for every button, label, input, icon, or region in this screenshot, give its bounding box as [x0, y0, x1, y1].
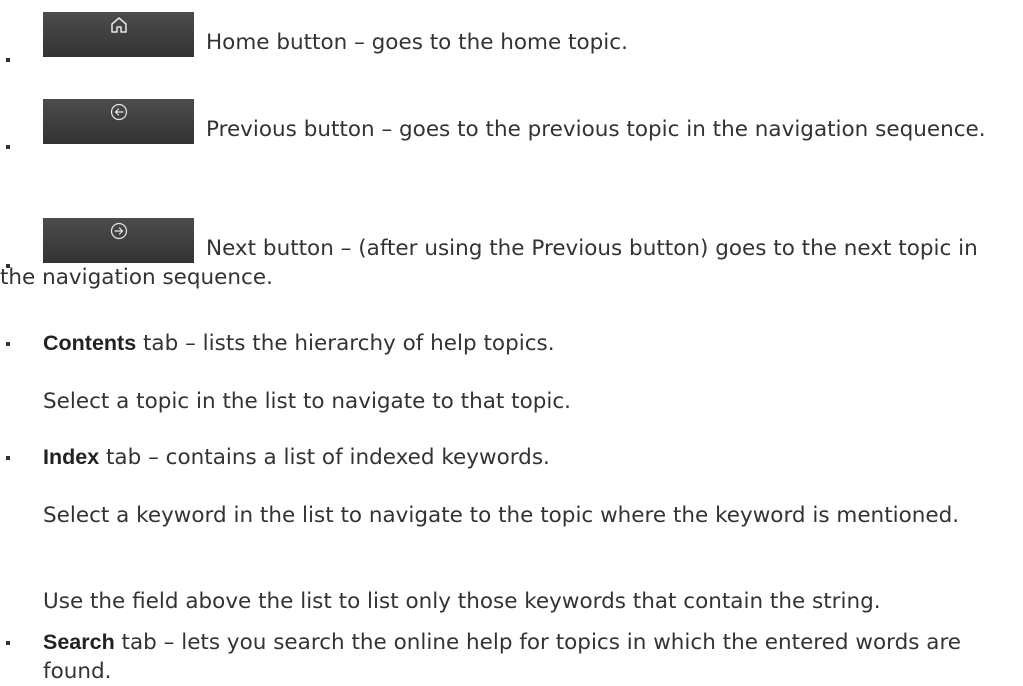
item-text: Previous button – goes to the previous t…: [206, 117, 986, 142]
item-text: tab – contains a list of indexed keyword…: [99, 445, 550, 470]
previous-button[interactable]: [43, 99, 194, 144]
arrow-right-circle-icon: [110, 222, 128, 240]
item-text: tab – lists the hierarchy of help topics…: [136, 331, 555, 356]
item-text: tab – lets you search the online help fo…: [43, 630, 962, 684]
list-item: Contents tab – lists the hierarchy of he…: [0, 329, 1015, 358]
paragraph: Select a topic in the list to navigate t…: [43, 389, 571, 414]
bullet: [6, 264, 10, 268]
item-text: Home button – goes to the home topic.: [206, 30, 628, 55]
home-icon: [111, 17, 127, 33]
bullet: [6, 342, 10, 346]
list-item: Index tab – contains a list of indexed k…: [0, 443, 1015, 472]
bullet: [6, 456, 10, 460]
home-button[interactable]: [43, 12, 194, 57]
list-item: Search tab – lets you search the online …: [0, 628, 1015, 686]
bullet: [6, 58, 10, 62]
paragraph: Select a keyword in the list to navigate…: [43, 503, 960, 528]
index-tab-label: Index: [43, 445, 100, 469]
contents-tab-label: Contents: [43, 331, 137, 355]
paragraph: Use the field above the list to list onl…: [43, 589, 881, 614]
next-button[interactable]: [43, 218, 194, 263]
search-tab-label: Search: [43, 630, 115, 654]
bullet: [6, 145, 10, 149]
bullet: [6, 641, 10, 645]
list-item: Home button – goes to the home topic.: [0, 12, 1015, 62]
list-item: Previous button – goes to the previous t…: [0, 99, 1015, 149]
list-item: Next button – (after using the Previous …: [0, 218, 1015, 292]
arrow-left-circle-icon: [110, 103, 128, 121]
